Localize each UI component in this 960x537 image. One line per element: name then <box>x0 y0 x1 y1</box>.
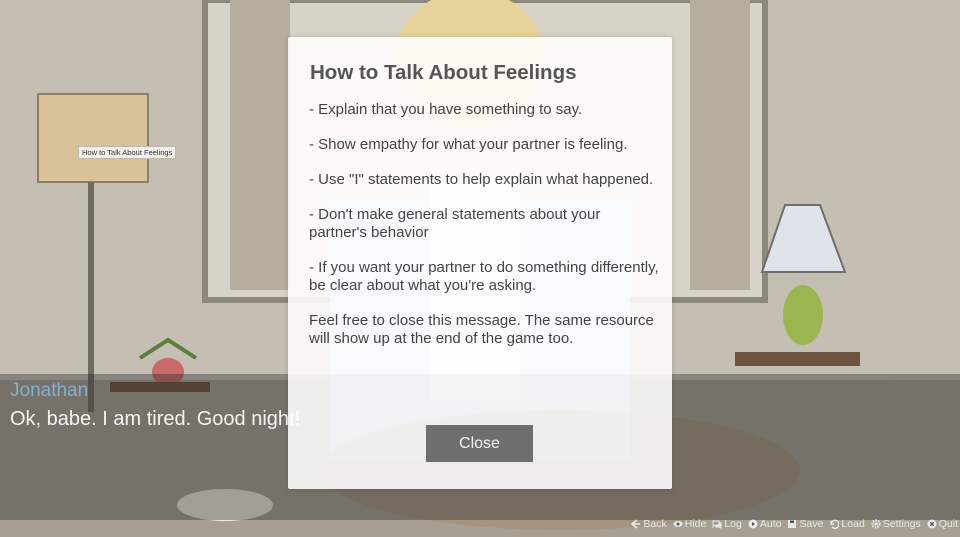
auto-label: Auto <box>759 518 782 530</box>
settings-label: Settings <box>882 518 921 530</box>
gear-icon <box>871 519 881 529</box>
closing-note: Feel free to close this message. The sam… <box>309 312 654 347</box>
tip-paragraph: - If you want your partner to do somethi… <box>309 259 659 294</box>
play-icon <box>748 519 758 529</box>
load-label: Load <box>841 518 865 530</box>
floppy-icon <box>788 520 797 528</box>
hide-button[interactable]: Hide <box>673 518 707 530</box>
close-button[interactable]: Close <box>426 425 533 462</box>
save-label: Save <box>799 518 824 530</box>
auto-button[interactable]: Auto <box>748 518 782 530</box>
chat-icon <box>712 520 722 529</box>
tip-paragraph: - Show empathy for what your partner is … <box>309 136 628 153</box>
eye-icon <box>673 521 683 527</box>
arrow-left-icon <box>631 519 641 529</box>
undo-icon <box>830 519 840 529</box>
log-button[interactable]: Log <box>712 518 742 530</box>
modal-title: How to Talk About Feelings <box>310 61 577 84</box>
modal-body: - Explain that you have something to say… <box>309 101 659 365</box>
feelings-modal: How to Talk About Feelings - Explain tha… <box>288 37 672 489</box>
tip-paragraph: - Don't make general statements about yo… <box>309 206 601 241</box>
load-button[interactable]: Load <box>829 518 865 530</box>
quick-menu: Back Hide Log Auto Save Load Settings Qu… <box>631 516 958 532</box>
tip-paragraph: - Use "I" statements to help explain wha… <box>309 171 654 188</box>
speaker-name: Jonathan <box>10 380 89 401</box>
log-label: Log <box>724 518 742 530</box>
dialogue-text: Ok, babe. I am tired. Good night! <box>10 408 301 430</box>
settings-button[interactable]: Settings <box>871 518 921 530</box>
hide-label: Hide <box>684 518 707 530</box>
back-button[interactable]: Back <box>631 518 667 530</box>
close-circle-icon <box>927 519 937 529</box>
quit-label: Quit <box>938 518 958 530</box>
quit-button[interactable]: Quit <box>927 518 958 530</box>
back-label: Back <box>643 518 667 530</box>
save-button[interactable]: Save <box>787 518 823 530</box>
tip-paragraph: - Explain that you have something to say… <box>309 101 583 118</box>
tooltip: How to Talk About Feelings <box>78 146 177 159</box>
